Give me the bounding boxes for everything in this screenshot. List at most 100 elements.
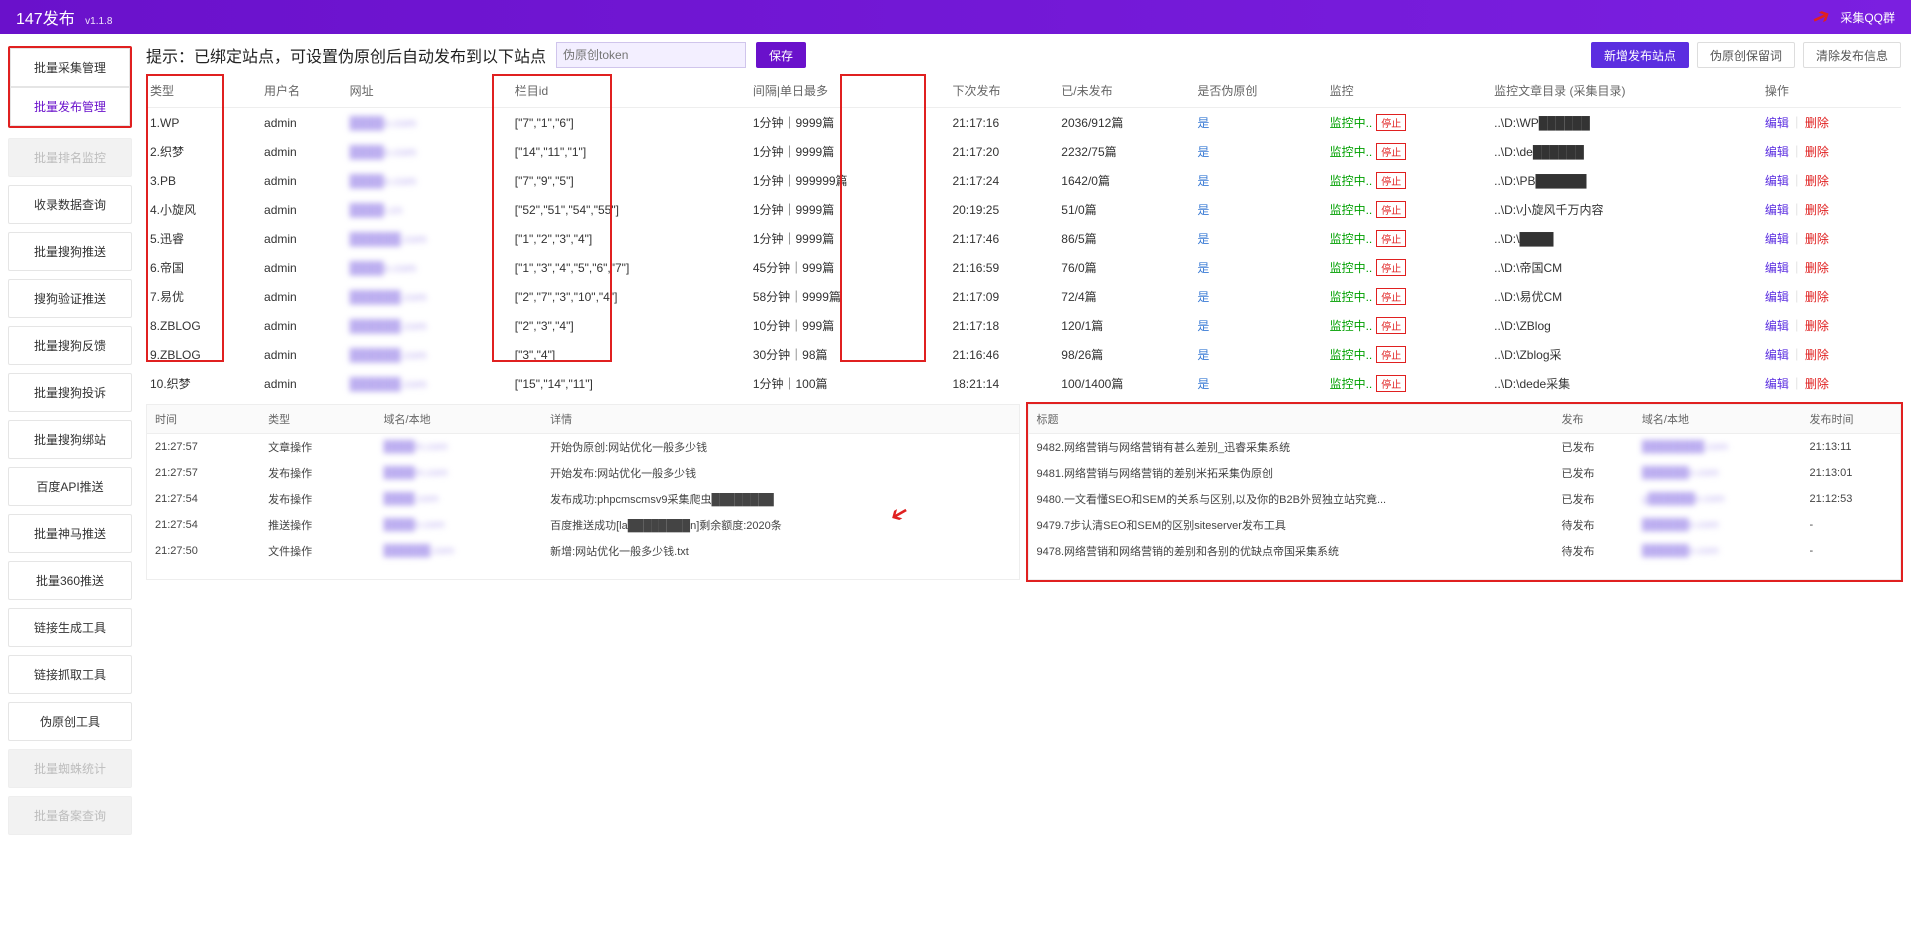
table-row: 9.ZBLOGadmin██████.com["3","4"]30分钟｜98篇2… xyxy=(146,340,1901,369)
log-col: 域名/本地 xyxy=(1634,405,1802,434)
delete-link[interactable]: 删除 xyxy=(1805,261,1829,275)
stop-button[interactable]: 停止 xyxy=(1376,317,1406,334)
sidebar-item-9[interactable]: 批量360推送 xyxy=(8,561,132,600)
col-header: 是否伪原创 xyxy=(1193,74,1325,108)
cell-monitor: 监控中..停止 xyxy=(1326,224,1491,253)
table-row: 7.易优admin██████.com["2","7","3","10","4"… xyxy=(146,282,1901,311)
clear-info-button[interactable]: 清除发布信息 xyxy=(1803,42,1901,68)
delete-link[interactable]: 删除 xyxy=(1805,319,1829,333)
add-site-button[interactable]: 新增发布站点 xyxy=(1591,42,1689,68)
sidebar-collect-mgmt[interactable]: 批量采集管理 xyxy=(10,48,130,87)
edit-link[interactable]: 编辑 xyxy=(1765,145,1789,159)
cell-pub: 98/26篇 xyxy=(1057,340,1193,369)
save-button[interactable]: 保存 xyxy=(756,42,806,68)
brand: 147发布 v1.1.8 xyxy=(16,5,112,29)
edit-link[interactable]: 编辑 xyxy=(1765,290,1789,304)
cell-interval: 1分钟｜9999篇 xyxy=(749,195,949,224)
log-col: 发布时间 xyxy=(1802,405,1900,434)
cell-monitor: 监控中..停止 xyxy=(1326,311,1491,340)
sidebar-item-12[interactable]: 伪原创工具 xyxy=(8,702,132,741)
sidebar-item-5[interactable]: 批量搜狗投诉 xyxy=(8,373,132,412)
cell-url: ██████.com xyxy=(346,282,511,311)
cell-dir: ..\D:\帝国CM xyxy=(1490,253,1761,282)
topbar: 147发布 v1.1.8 ➔ 采集QQ群 xyxy=(0,0,1911,34)
sidebar-item-2[interactable]: 批量搜狗推送 xyxy=(8,232,132,271)
cell-interval: 1分钟｜100篇 xyxy=(749,369,949,398)
sidebar-item-0: 批量排名监控 xyxy=(8,138,132,177)
edit-link[interactable]: 编辑 xyxy=(1765,232,1789,246)
cell-colid: ["52","51","54","55"] xyxy=(511,195,749,224)
delete-link[interactable]: 删除 xyxy=(1805,232,1829,246)
cell-user: admin xyxy=(260,282,346,311)
sidebar-item-6[interactable]: 批量搜狗绑站 xyxy=(8,420,132,459)
cell-ops: 编辑｜删除 xyxy=(1761,340,1901,369)
cell-pub: 76/0篇 xyxy=(1057,253,1193,282)
stop-button[interactable]: 停止 xyxy=(1376,143,1406,160)
edit-link[interactable]: 编辑 xyxy=(1765,377,1789,391)
token-input[interactable] xyxy=(556,42,746,68)
cell-next: 21:17:09 xyxy=(948,282,1057,311)
stop-button[interactable]: 停止 xyxy=(1376,114,1406,131)
cell-type: 4.小旋风 xyxy=(146,195,260,224)
cell-next: 21:17:46 xyxy=(948,224,1057,253)
sidebar-item-4[interactable]: 批量搜狗反馈 xyxy=(8,326,132,365)
sidebar-item-7[interactable]: 百度API推送 xyxy=(8,467,132,506)
delete-link[interactable]: 删除 xyxy=(1805,203,1829,217)
stop-button[interactable]: 停止 xyxy=(1376,230,1406,247)
stop-button[interactable]: 停止 xyxy=(1376,288,1406,305)
sidebar-item-11[interactable]: 链接抓取工具 xyxy=(8,655,132,694)
log-panel-left: ➔ 时间类型域名/本地详情 21:27:57文章操作████m.com开始伪原创… xyxy=(146,404,1020,580)
qq-link[interactable]: 采集QQ群 xyxy=(1840,9,1895,26)
stop-button[interactable]: 停止 xyxy=(1376,201,1406,218)
delete-link[interactable]: 删除 xyxy=(1805,174,1829,188)
col-header: 网址 xyxy=(346,74,511,108)
edit-link[interactable]: 编辑 xyxy=(1765,261,1789,275)
col-header: 间隔|单日最多 xyxy=(749,74,949,108)
delete-link[interactable]: 删除 xyxy=(1805,116,1829,130)
edit-link[interactable]: 编辑 xyxy=(1765,116,1789,130)
scrollbar-x[interactable] xyxy=(1029,565,1901,579)
tip-text: 提示：已绑定站点，可设置伪原创后自动发布到以下站点 xyxy=(146,43,546,67)
cell-fake: 是 xyxy=(1193,311,1325,340)
edit-link[interactable]: 编辑 xyxy=(1765,319,1789,333)
sidebar-publish-mgmt[interactable]: 批量发布管理 xyxy=(10,87,130,126)
cell-interval: 1分钟｜9999篇 xyxy=(749,108,949,138)
cell-colid: ["1","3","4","5","6","7"] xyxy=(511,253,749,282)
cell-next: 21:17:24 xyxy=(948,166,1057,195)
keep-words-button[interactable]: 伪原创保留词 xyxy=(1697,42,1795,68)
cell-colid: ["14","11","1"] xyxy=(511,137,749,166)
stop-button[interactable]: 停止 xyxy=(1376,259,1406,276)
cell-fake: 是 xyxy=(1193,166,1325,195)
cell-colid: ["7","9","5"] xyxy=(511,166,749,195)
table-row: 8.ZBLOGadmin██████.com["2","3","4"]10分钟｜… xyxy=(146,311,1901,340)
edit-link[interactable]: 编辑 xyxy=(1765,348,1789,362)
scrollbar-x[interactable] xyxy=(147,565,1019,579)
delete-link[interactable]: 删除 xyxy=(1805,377,1829,391)
cell-fake: 是 xyxy=(1193,137,1325,166)
sidebar-item-3[interactable]: 搜狗验证推送 xyxy=(8,279,132,318)
cell-next: 20:19:25 xyxy=(948,195,1057,224)
sidebar-item-1[interactable]: 收录数据查询 xyxy=(8,185,132,224)
delete-link[interactable]: 删除 xyxy=(1805,348,1829,362)
cell-next: 18:21:14 xyxy=(948,369,1057,398)
table-row: 2.织梦admin████o.com["14","11","1"]1分钟｜999… xyxy=(146,137,1901,166)
cell-next: 21:17:18 xyxy=(948,311,1057,340)
cell-fake: 是 xyxy=(1193,369,1325,398)
delete-link[interactable]: 删除 xyxy=(1805,290,1829,304)
delete-link[interactable]: 删除 xyxy=(1805,145,1829,159)
cell-fake: 是 xyxy=(1193,282,1325,311)
cell-type: 6.帝国 xyxy=(146,253,260,282)
cell-ops: 编辑｜删除 xyxy=(1761,369,1901,398)
cell-type: 2.织梦 xyxy=(146,137,260,166)
stop-button[interactable]: 停止 xyxy=(1376,346,1406,363)
stop-button[interactable]: 停止 xyxy=(1376,172,1406,189)
cell-type: 7.易优 xyxy=(146,282,260,311)
stop-button[interactable]: 停止 xyxy=(1376,375,1406,392)
sidebar-item-10[interactable]: 链接生成工具 xyxy=(8,608,132,647)
edit-link[interactable]: 编辑 xyxy=(1765,203,1789,217)
cell-colid: ["3","4"] xyxy=(511,340,749,369)
sidebar-item-8[interactable]: 批量神马推送 xyxy=(8,514,132,553)
edit-link[interactable]: 编辑 xyxy=(1765,174,1789,188)
cell-interval: 1分钟｜9999篇 xyxy=(749,224,949,253)
log-row: 9477.SEO和SEM之间的区别和优劣势有哪些_站群发布千万数据已发布████… xyxy=(1029,564,1901,565)
